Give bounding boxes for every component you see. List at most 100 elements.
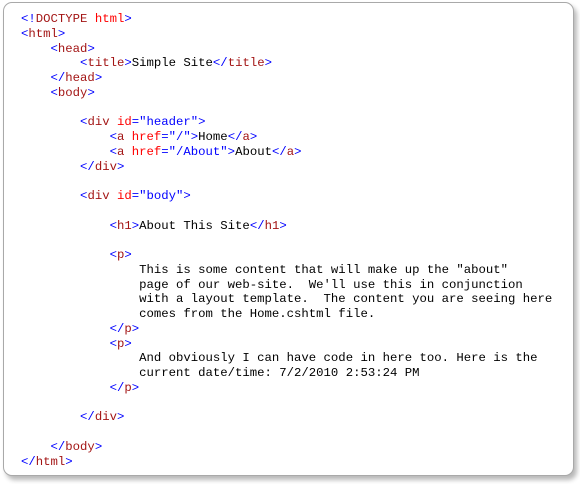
code-token: ="/">: [161, 130, 199, 144]
code-line: comes from the Home.cshtml file.: [21, 307, 552, 322]
code-token: </: [50, 71, 66, 85]
code-token: </: [271, 144, 287, 159]
code-token: href: [131, 130, 162, 144]
code-token: div: [94, 159, 117, 174]
code-token: </: [109, 321, 125, 336]
code-token: <: [109, 144, 117, 159]
code-line: </div>: [21, 410, 552, 425]
code-token: with a layout template. The content you …: [21, 292, 553, 307]
code-token: </: [80, 410, 95, 425]
code-token: >: [124, 336, 132, 351]
code-token: <: [50, 85, 58, 100]
code-line: <a href="/">Home</a>: [21, 130, 552, 145]
code-token: Simple Site: [131, 56, 213, 71]
code-token: >: [131, 321, 140, 336]
code-token: html: [28, 26, 58, 41]
code-token: <: [109, 218, 117, 233]
code-token: p: [124, 321, 132, 336]
code-token: div: [87, 115, 110, 130]
code-token: title: [87, 56, 125, 71]
code-line: And obviously I can have code in here to…: [21, 351, 552, 366]
code-token: </: [227, 130, 243, 144]
code-line: <html>: [21, 27, 552, 42]
code-line: <body>: [21, 86, 552, 101]
code-token: </: [249, 218, 265, 233]
code-token: head: [57, 41, 88, 56]
code-token: p: [124, 380, 132, 395]
code-token: body: [65, 439, 95, 454]
code-token: comes from the Home.cshtml file.: [21, 307, 376, 321]
code-token: html: [94, 12, 125, 26]
code-token: h1: [116, 218, 132, 233]
code-token: About: [235, 144, 272, 159]
code-token: current date/time: 7/2/2010 2:53:24 PM: [21, 366, 420, 380]
code-line: with a layout template. The content you …: [21, 292, 552, 307]
code-token: >: [124, 56, 132, 71]
code-token: </: [50, 439, 66, 454]
code-token: h1: [264, 218, 280, 233]
code-token: a: [242, 130, 250, 144]
code-line: <h1>About This Site</h1>: [21, 219, 552, 234]
code-token: ="body">: [131, 189, 191, 203]
code-token: head: [65, 71, 95, 85]
code-token: And obviously I can have code in here to…: [21, 351, 538, 366]
code-line: </html>: [21, 455, 552, 470]
code-token: >: [279, 218, 287, 233]
code-line: page of our web-site. We'll use this in …: [21, 278, 552, 293]
code-line: </p>: [21, 381, 552, 396]
code-token: div: [87, 189, 110, 203]
code-token: <: [109, 130, 117, 144]
code-token: DOCTYPE: [35, 12, 88, 26]
code-token: >: [87, 85, 95, 100]
code-listing: <!DOCTYPE html> <html> <head> <title>Simp…: [21, 12, 552, 469]
code-screenshot-frame: <!DOCTYPE html> <html> <head> <title>Simp…: [3, 2, 574, 476]
code-line: <head>: [21, 42, 552, 57]
code-line: </head>: [21, 71, 552, 86]
code-token: >: [264, 56, 272, 71]
code-line: current date/time: 7/2/2010 2:53:24 PM: [21, 366, 552, 381]
code-line: </p>: [21, 322, 552, 337]
code-token: >: [57, 26, 66, 41]
code-token: <: [109, 248, 117, 262]
code-line: This is some content that will make up t…: [21, 263, 552, 278]
code-token: About This Site: [139, 218, 250, 233]
code-token: >: [65, 454, 73, 469]
code-token: </: [109, 380, 125, 395]
code-line: <!DOCTYPE html>: [21, 12, 552, 27]
code-token: </: [80, 159, 95, 174]
code-token: This is some content that will make up t…: [21, 262, 509, 277]
code-token: >: [116, 410, 125, 425]
code-line: <p>: [21, 248, 552, 263]
code-line: <div id="header">: [21, 115, 552, 130]
code-token: >: [249, 130, 258, 144]
code-token: </: [212, 56, 228, 71]
code-line: </body>: [21, 440, 552, 455]
code-line: <title>Simple Site</title>: [21, 56, 552, 71]
code-token: >: [94, 439, 103, 454]
code-token: >: [124, 248, 132, 262]
code-token: >: [124, 12, 132, 26]
code-token: ="/About">: [161, 144, 236, 159]
code-token: >: [87, 41, 95, 56]
